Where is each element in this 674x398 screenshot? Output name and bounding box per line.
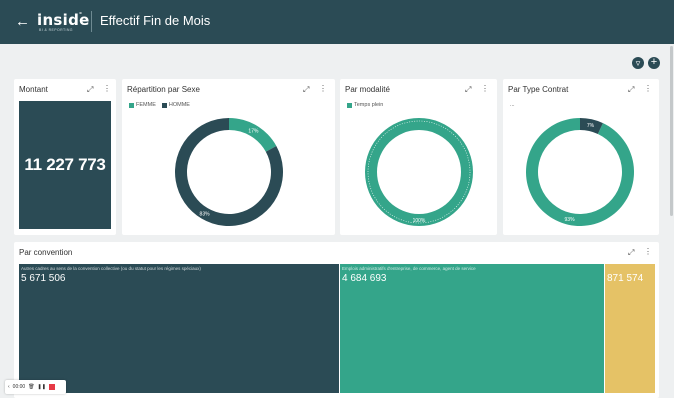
chart-legend: Temps plein xyxy=(347,102,383,108)
pause-icon[interactable]: ❚❚ xyxy=(38,384,46,390)
recording-time: 00:00 xyxy=(12,384,26,390)
card-modalite: Par modalité ⤢ ⋮ Temps plein 100% xyxy=(340,79,497,235)
pie-slice[interactable] xyxy=(229,118,277,152)
more-vertical-icon[interactable]: ⋮ xyxy=(481,84,489,93)
treemap-convention: Autres cadres au sens de la convention c… xyxy=(19,264,655,393)
data-label: 100% xyxy=(413,218,426,224)
donut-chart-sexe: 17% 83% xyxy=(175,118,283,226)
data-label: 17% xyxy=(248,129,259,135)
card-contrat: Par Type Contrat ⤢ ⋮ ... 7% 93% xyxy=(503,79,659,235)
logo-mark-icon: ⚬ xyxy=(78,11,84,17)
legend-label: FEMME xyxy=(136,102,156,108)
expand-icon[interactable]: ⤢ xyxy=(628,248,634,258)
expand-icon[interactable]: ⤢ xyxy=(465,85,471,95)
data-label: 93% xyxy=(565,217,576,223)
expand-icon[interactable]: ⤢ xyxy=(628,85,634,95)
filter-button[interactable]: ▿ xyxy=(632,57,644,69)
app-header: ← inside ⚬ BI & REPORTING Effectif Fin d… xyxy=(0,0,674,44)
donut-chart-modalite: 100% xyxy=(365,118,473,226)
treemap-label: Autres cadres au sens de la convention c… xyxy=(21,266,201,271)
data-label: 7% xyxy=(587,123,595,129)
logo-tagline: BI & REPORTING xyxy=(39,28,73,32)
filter-icon: ▿ xyxy=(635,58,641,68)
legend-label: HOMME xyxy=(168,102,190,108)
treemap-value: 4 684 693 xyxy=(342,273,387,284)
card-title: Répartition par Sexe xyxy=(127,85,200,94)
card-title: Par convention xyxy=(19,248,73,257)
treemap-label: Emplois administratifs d'entreprise, de … xyxy=(342,266,476,271)
page-title: Effectif Fin de Mois xyxy=(100,13,211,28)
more-vertical-icon[interactable]: ⋮ xyxy=(644,84,652,93)
treemap-cell[interactable]: Emplois administratifs d'entreprise, de … xyxy=(340,264,605,393)
legend-more[interactable]: ... xyxy=(510,102,515,108)
more-vertical-icon[interactable]: ⋮ xyxy=(644,247,652,256)
header-divider xyxy=(91,11,92,32)
stop-icon[interactable] xyxy=(48,384,55,390)
more-vertical-icon[interactable]: ⋮ xyxy=(319,84,327,93)
data-label: 83% xyxy=(200,211,211,217)
treemap-value: 871 574 xyxy=(607,273,644,284)
card-title: Par Type Contrat xyxy=(508,85,569,94)
expand-icon[interactable]: ⤢ xyxy=(87,85,93,95)
pie-slice[interactable] xyxy=(365,118,473,226)
donut-chart-contrat: 7% 93% xyxy=(526,118,634,226)
legend-item-femme[interactable]: FEMME xyxy=(129,102,156,108)
montant-value: 11 227 773 xyxy=(19,101,111,229)
trash-icon[interactable]: 🗑 xyxy=(28,384,34,390)
pie-slice[interactable] xyxy=(526,118,634,226)
legend-swatch xyxy=(161,102,167,108)
legend-swatch xyxy=(129,102,134,108)
legend-item-homme[interactable]: HOMME xyxy=(161,102,190,108)
chart-legend: ... xyxy=(510,102,515,108)
treemap-cell[interactable]: 871 574 xyxy=(605,264,655,393)
card-sexe: Répartition par Sexe ⤢ ⋮ FEMME HOMME 17%… xyxy=(122,79,335,235)
plus-icon: + xyxy=(650,56,658,68)
card-convention: Par convention ⤢ ⋮ Autres cadres au sens… xyxy=(14,242,659,398)
chevron-left-icon[interactable]: ‹ xyxy=(8,384,10,390)
arrow-left-icon[interactable]: ← xyxy=(15,12,30,32)
chart-legend: FEMME HOMME xyxy=(129,102,190,108)
card-montant: Montant ⤢ ⋮ 11 227 773 xyxy=(14,79,116,235)
legend-swatch xyxy=(347,102,352,108)
legend-label: Temps plein xyxy=(354,102,384,108)
more-vertical-icon[interactable]: ⋮ xyxy=(103,84,111,93)
add-widget-button[interactable]: + xyxy=(648,57,660,69)
scrollbar[interactable] xyxy=(670,46,673,216)
legend-item-temps-plein[interactable]: Temps plein xyxy=(347,102,383,108)
treemap-value: 5 671 506 xyxy=(21,273,66,284)
expand-icon[interactable]: ⤢ xyxy=(303,85,309,95)
recording-controls: ‹ 00:00 🗑 ❚❚ xyxy=(5,380,66,394)
card-title: Montant xyxy=(19,85,48,94)
card-title: Par modalité xyxy=(345,85,390,94)
treemap-cell[interactable]: Autres cadres au sens de la convention c… xyxy=(19,264,340,393)
